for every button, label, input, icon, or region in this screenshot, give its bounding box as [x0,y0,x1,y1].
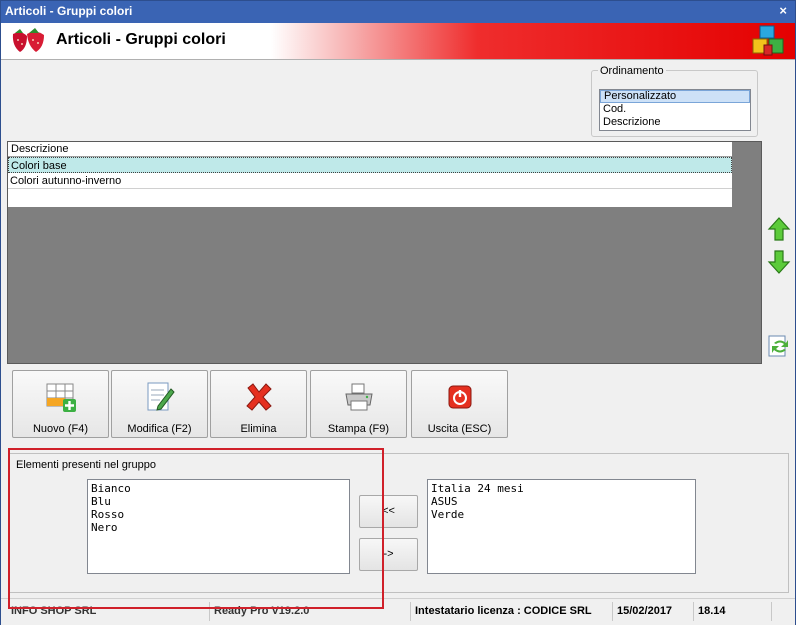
ordinamento-option-personalizzato[interactable]: Personalizzato [600,90,750,103]
stampa-label: Stampa (F9) [327,423,390,435]
cubes-logo-icon [752,25,784,56]
uscita-button[interactable]: Uscita (ESC) [411,370,508,438]
groups-grid: Descrizione Colori base Colori autunno-i… [8,142,732,207]
modifica-label: Modifica (F2) [127,423,192,435]
available-listbox[interactable]: Italia 24 mesi ASUS Verde [427,479,696,574]
elimina-button[interactable]: Elimina [210,370,307,438]
ordinamento-listbox[interactable]: Personalizzato Cod. Descrizione [599,89,751,131]
nuovo-button[interactable]: Nuovo (F4) [12,370,109,438]
elimina-label: Elimina [240,423,277,435]
ordinamento-option-cod[interactable]: Cod. [600,103,750,116]
exit-power-icon [448,385,472,409]
move-up-button[interactable] [766,215,792,243]
new-grid-icon [46,383,76,412]
status-empty-cell [771,602,791,621]
ordinamento-group: Ordinamento Personalizzato Cod. Descrizi… [591,65,758,137]
list-item[interactable]: Italia 24 mesi [431,482,692,495]
nuovo-label: Nuovo (F4) [32,423,89,435]
window-title: Articoli - Gruppi colori [5,4,133,18]
grid-area: Descrizione Colori base Colori autunno-i… [7,141,762,364]
modifica-button[interactable]: Modifica (F2) [111,370,208,438]
edit-pencil-icon [147,382,175,411]
stampa-button[interactable]: Stampa (F9) [310,370,407,438]
close-icon[interactable]: × [779,3,787,18]
table-row[interactable]: Colori base [8,157,732,173]
ordinamento-label: Ordinamento [598,65,666,77]
status-license: Intestatario licenza : CODICE SRL [410,602,592,621]
status-date: 15/02/2017 [612,602,672,621]
highlight-frame [8,448,384,609]
list-item[interactable]: Verde [431,508,692,521]
list-item[interactable]: ASUS [431,495,692,508]
uscita-label: Uscita (ESC) [427,423,492,435]
refresh-button[interactable] [766,332,792,360]
banner-title: Articoli - Gruppi colori [56,31,226,48]
strawberry-icon [12,28,44,52]
status-time: 18.14 [693,602,726,621]
title-bar: Articoli - Gruppi colori × [1,1,795,23]
delete-x-icon [246,383,272,411]
printer-icon [345,383,373,411]
column-header-descrizione[interactable]: Descrizione [8,142,732,157]
header-banner: Articoli - Gruppi colori [1,23,795,60]
main-window: Articoli - Gruppi colori × Articoli - Gr… [0,0,796,625]
move-down-button[interactable] [766,248,792,276]
table-row[interactable]: Colori autunno-inverno [8,173,732,189]
ordinamento-option-descrizione[interactable]: Descrizione [600,116,750,129]
